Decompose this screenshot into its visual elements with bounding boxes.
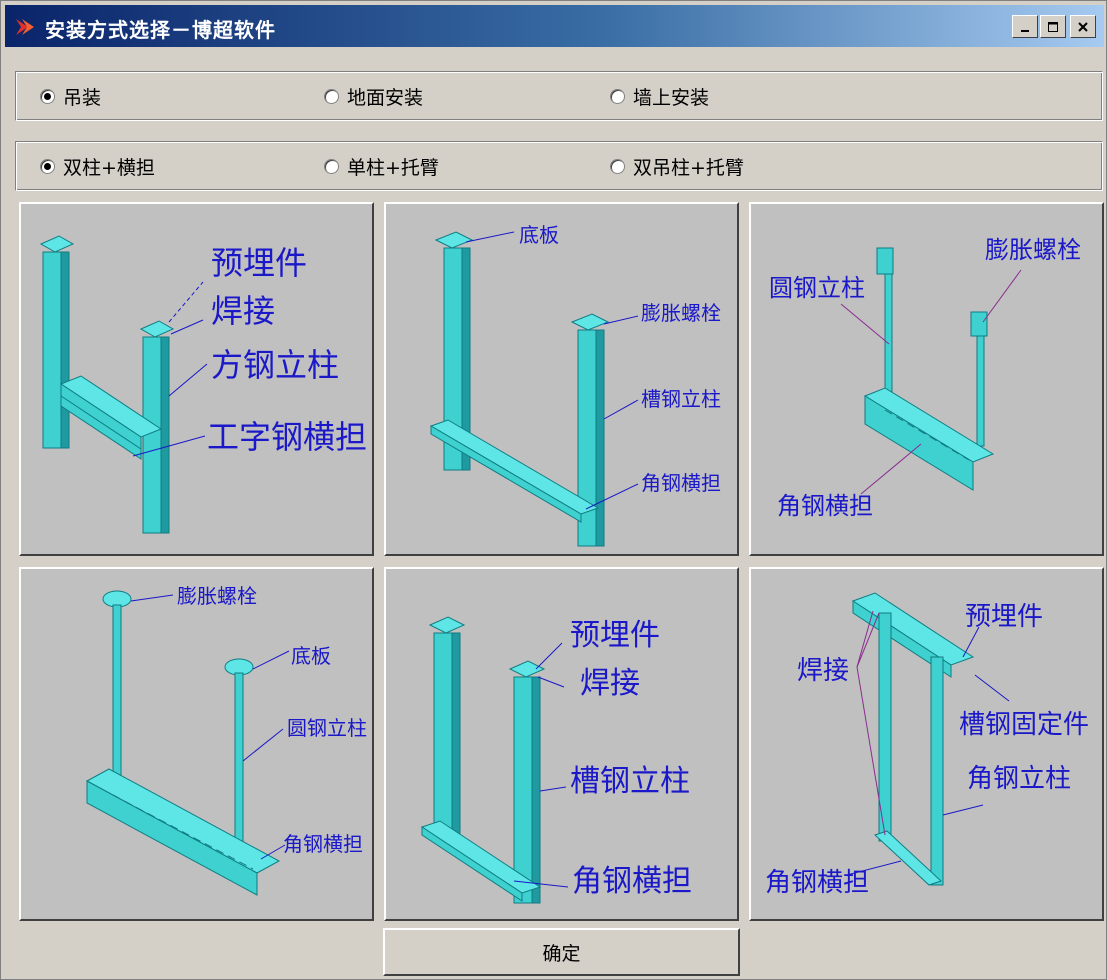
radio-label: 吊装 bbox=[63, 86, 102, 109]
radio-label: 双柱+横担 bbox=[63, 156, 155, 179]
radio-indicator[interactable] bbox=[610, 88, 625, 104]
close-button[interactable] bbox=[1070, 15, 1096, 38]
tile-callout: 圆钢立柱 bbox=[769, 274, 865, 302]
tile-callout: 膨胀螺栓 bbox=[985, 236, 1081, 264]
tile-callout: 角钢横担 bbox=[641, 471, 721, 495]
radio-label: 墙上安装 bbox=[633, 86, 710, 109]
radio-floor-mount[interactable]: 地面安装 bbox=[324, 72, 423, 120]
maximize-icon bbox=[1048, 21, 1058, 32]
tile-callout: 角钢立柱 bbox=[967, 764, 1071, 794]
ok-button[interactable]: 确定 bbox=[383, 928, 740, 976]
tile-callout: 膨胀螺栓 bbox=[641, 301, 721, 325]
radio-wall-mount[interactable]: 墙上安装 bbox=[610, 72, 709, 120]
tile-callout: 工字钢横担 bbox=[207, 418, 367, 456]
radio-double-column-crossarm[interactable]: 双柱+横担 bbox=[40, 142, 155, 190]
minimize-icon bbox=[1021, 29, 1029, 32]
tile-callout: 焊接 bbox=[211, 292, 275, 330]
title-bar[interactable]: 安装方式选择－博超软件 bbox=[5, 5, 1104, 47]
radio-label: 地面安装 bbox=[347, 86, 424, 109]
radio-label: 双吊柱+托臂 bbox=[633, 156, 744, 179]
option-tile-square-steel-ibeam[interactable]: 预埋件 焊接 方钢立柱 工字钢横担 bbox=[19, 202, 374, 556]
tile-callout: 焊接 bbox=[580, 666, 640, 701]
tile-callout: 槽钢立柱 bbox=[570, 764, 690, 799]
option-tile-round-steel-floor[interactable]: 膨胀螺栓 底板 圆钢立柱 角钢横担 bbox=[19, 567, 374, 921]
tile-callout: 预埋件 bbox=[965, 602, 1043, 632]
tile-callout: 方钢立柱 bbox=[211, 346, 339, 384]
option-tile-round-steel-hanger[interactable]: 膨胀螺栓 圆钢立柱 角钢横担 bbox=[749, 202, 1104, 556]
tile-callout: 预埋件 bbox=[570, 618, 660, 653]
tile-callout: 底板 bbox=[291, 644, 331, 668]
radio-indicator[interactable] bbox=[610, 158, 625, 174]
radio-single-column-bracket[interactable]: 单柱+托臂 bbox=[324, 142, 439, 190]
minimize-button[interactable] bbox=[1012, 15, 1038, 38]
tile-illustration: 预埋件 焊接 方钢立柱 工字钢横担 bbox=[39, 235, 367, 534]
tile-callout: 槽钢立柱 bbox=[641, 387, 721, 411]
tile-callout: 角钢横担 bbox=[572, 864, 692, 899]
tile-illustration: 预埋件 焊接 槽钢立柱 角钢横担 bbox=[420, 616, 692, 904]
tile-callout: 角钢横担 bbox=[777, 492, 873, 520]
install-mode-dialog: 安装方式选择－博超软件 吊装 地面安装 墙上安装 双柱+横担 单柱+托臂 双吊柱… bbox=[0, 0, 1107, 980]
tile-callout: 圆钢立柱 bbox=[287, 716, 367, 740]
option-tile-channel-column-embedded[interactable]: 预埋件 焊接 槽钢立柱 角钢横担 bbox=[384, 567, 739, 921]
window-title: 安装方式选择－博超软件 bbox=[45, 18, 276, 42]
tile-illustration: 底板 膨胀螺栓 槽钢立柱 角钢横担 bbox=[429, 223, 721, 547]
radio-indicator[interactable] bbox=[40, 88, 55, 104]
tile-illustration: 膨胀螺栓 底板 圆钢立柱 角钢横担 bbox=[85, 584, 367, 896]
tile-callout: 角钢横担 bbox=[283, 832, 363, 856]
tile-callout: 底板 bbox=[519, 223, 559, 247]
tile-callout: 预埋件 bbox=[211, 244, 307, 282]
radio-label: 单柱+托臂 bbox=[347, 156, 439, 179]
tile-illustration: 预埋件 焊接 槽钢固定件 角钢立柱 角钢横担 bbox=[765, 592, 1089, 898]
radio-indicator[interactable] bbox=[40, 158, 55, 174]
radio-indicator[interactable] bbox=[324, 88, 339, 104]
tile-callout: 焊接 bbox=[797, 656, 849, 686]
radio-hoisting[interactable]: 吊装 bbox=[40, 72, 101, 120]
tile-callout: 槽钢固定件 bbox=[959, 710, 1089, 740]
install-mode-group: 吊装 地面安装 墙上安装 bbox=[15, 71, 1103, 121]
tile-callout: 膨胀螺栓 bbox=[177, 584, 257, 608]
structure-type-group: 双柱+横担 单柱+托臂 双吊柱+托臂 bbox=[15, 141, 1103, 191]
maximize-button[interactable] bbox=[1040, 15, 1066, 38]
option-tile-channel-column-floor[interactable]: 底板 膨胀螺栓 槽钢立柱 角钢横担 bbox=[384, 202, 739, 556]
tile-callout: 角钢横担 bbox=[765, 868, 869, 898]
radio-indicator[interactable] bbox=[324, 158, 339, 174]
radio-double-hanger-bracket[interactable]: 双吊柱+托臂 bbox=[610, 142, 744, 190]
tile-illustration: 膨胀螺栓 圆钢立柱 角钢横担 bbox=[769, 236, 1081, 520]
option-tile-angle-column-channel-fixture[interactable]: 预埋件 焊接 槽钢固定件 角钢立柱 角钢横担 bbox=[749, 567, 1104, 921]
close-icon bbox=[1078, 21, 1088, 32]
app-logo-icon bbox=[16, 19, 34, 35]
